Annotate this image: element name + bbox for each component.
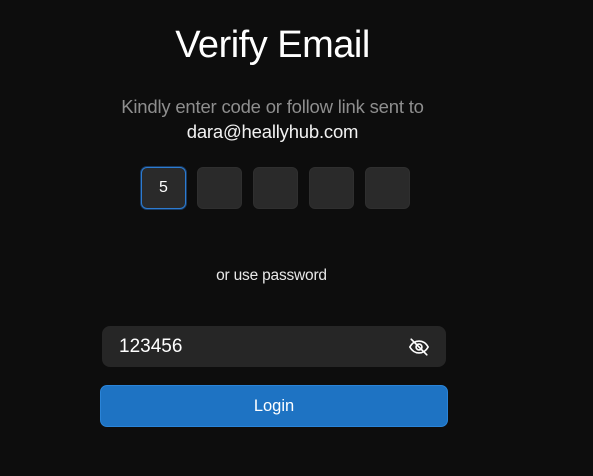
code-digit-3[interactable]	[253, 167, 298, 209]
instruction-text: Kindly enter code or follow link sent to	[121, 96, 424, 117]
code-digit-5[interactable]	[365, 167, 410, 209]
password-field	[102, 326, 446, 367]
code-digit-2[interactable]	[197, 167, 242, 209]
verification-code-inputs	[141, 167, 410, 209]
email-address: dara@heallyhub.com	[186, 121, 359, 142]
page-title: Verify Email	[175, 24, 370, 66]
eye-off-icon[interactable]	[408, 336, 430, 358]
verify-email-page: Verify Email Kindly enter code or follow…	[0, 0, 593, 476]
password-input[interactable]	[119, 326, 389, 367]
code-digit-4[interactable]	[309, 167, 354, 209]
code-digit-1[interactable]	[141, 167, 186, 209]
login-button[interactable]: Login	[100, 385, 448, 427]
use-password-text: or use password	[216, 267, 327, 284]
